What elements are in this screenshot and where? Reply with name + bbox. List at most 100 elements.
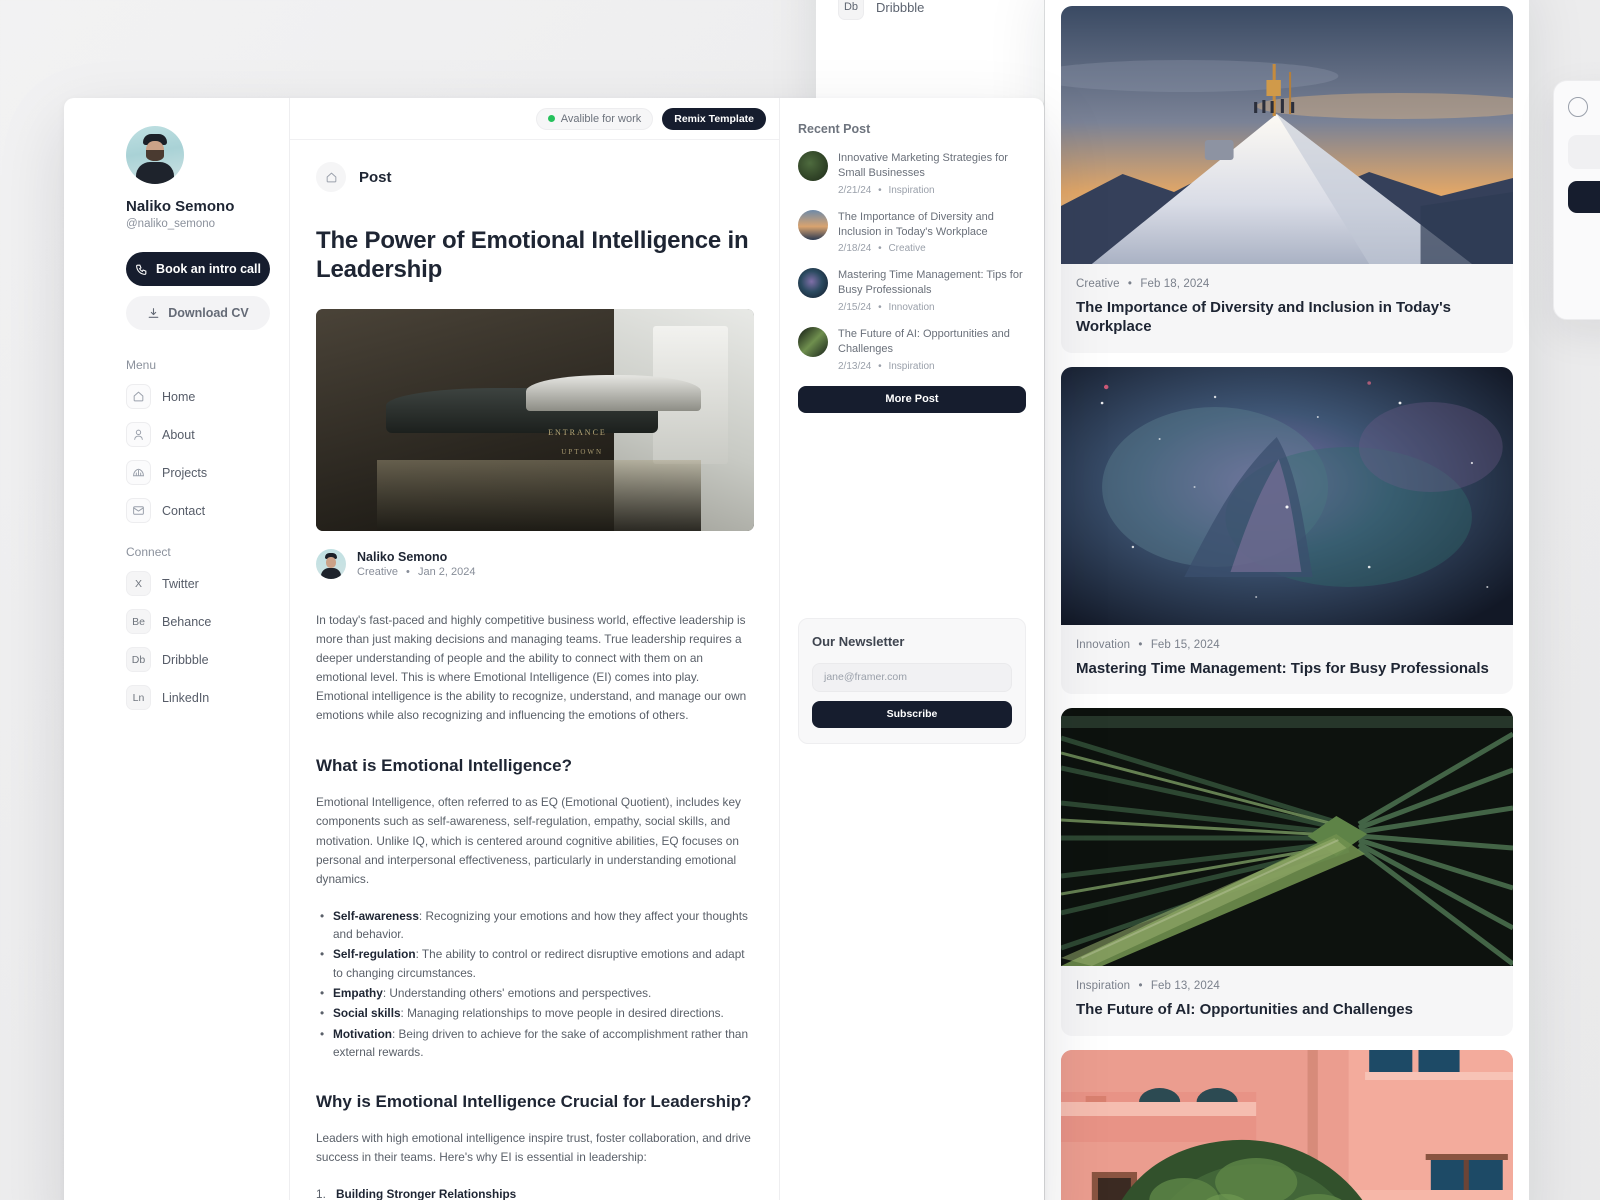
blog-card-image-mountain (1061, 5, 1513, 264)
mail-icon (126, 498, 151, 523)
list-item-term: Motivation (333, 1026, 392, 1041)
blog-card[interactable]: Inspiration • Feb 13, 2024 The Future of… (1061, 708, 1513, 1036)
home-icon (316, 162, 346, 192)
sidebar-item-projects[interactable]: Projects (126, 460, 289, 485)
recent-post-title: Mastering Time Management: Tips for Busy… (838, 269, 1023, 297)
separator-dot: • (878, 184, 882, 196)
recent-post-item[interactable]: Innovative Marketing Strategies for Smal… (798, 151, 1026, 196)
profile-name: Naliko Semono (126, 198, 235, 215)
background-social-panel: X Twitter Be Behance Db Dribbble (816, 0, 1044, 110)
recent-post-title: The Future of AI: Opportunities and Chal… (838, 328, 1010, 355)
article-meta: Creative • Jan 2, 2024 (357, 566, 475, 578)
blog-card-title: The Importance of Diversity and Inclusio… (1076, 298, 1452, 336)
recent-post-category: Creative (888, 243, 926, 255)
recent-post-item[interactable]: The Importance of Diversity and Inclusio… (798, 209, 1026, 254)
blog-card-title: Mastering Time Management: Tips for Busy… (1076, 659, 1489, 677)
behance-icon: Be (126, 609, 151, 634)
recent-post-item[interactable]: Mastering Time Management: Tips for Busy… (798, 268, 1026, 313)
subscribe-label: Subscribe (886, 708, 938, 721)
more-post-label: More Post (885, 393, 939, 406)
more-post-button[interactable]: More Post (798, 385, 1026, 413)
avatar (126, 126, 184, 184)
article-intro-paragraph: In today's fast-paced and highly competi… (316, 612, 747, 723)
hero-sign-text: ENTRANCE (548, 428, 607, 438)
social-link-label: Twitter (162, 576, 199, 591)
book-intro-call-button[interactable]: Book an intro call (126, 252, 270, 286)
blog-card-meta: Inspiration • Feb 13, 2024 (1061, 966, 1513, 996)
sidebar-item-home[interactable]: Home (126, 384, 289, 409)
bridge-icon (126, 460, 151, 485)
newsletter-heading: Our Newsletter (812, 633, 905, 649)
separator-dot: • (878, 243, 882, 255)
separator-dot: • (1138, 638, 1143, 651)
hero-sign-subtext: UPTOWN (561, 448, 604, 457)
page-title: The Power of Emotional Intelligence in L… (316, 227, 749, 284)
sidebar-item-label: Projects (162, 465, 208, 480)
social-link-behance[interactable]: Be Behance (126, 609, 289, 634)
newsletter-widget: Our Newsletter jane@framer.com Subscribe (798, 617, 1026, 744)
recent-post-thumbnail (798, 268, 828, 299)
status-dot-icon (547, 115, 555, 122)
sidebar-item-contact[interactable]: Contact (126, 498, 289, 523)
remix-template-label: Remix Template (674, 112, 754, 125)
blog-card[interactable]: Innovation • Feb 15, 2024 Mastering Time… (1061, 366, 1513, 694)
recent-post-category: Inspiration (888, 360, 935, 372)
blog-card[interactable]: Creative • Feb 18, 2024 The Importance o… (1061, 5, 1513, 353)
dribbble-icon: Db (838, 0, 864, 20)
list-item-text: : Being driven to achieve for the sake o… (333, 1026, 749, 1059)
edge-button[interactable] (1568, 181, 1600, 213)
list-item-text: : Managing relationships to move people … (400, 1006, 724, 1021)
home-icon (126, 384, 151, 409)
profile-handle: @naliko_semono (126, 218, 216, 230)
article-byline: Naliko Semono Creative • Jan 2, 2024 (316, 548, 753, 579)
recent-post-meta: 2/18/24 • Creative (838, 243, 1026, 254)
list-item: Self-awareness: Recognizing your emotion… (316, 907, 753, 944)
recent-post-date: 2/15/24 (838, 302, 872, 314)
download-cv-button[interactable]: Download CV (126, 296, 270, 330)
availability-label: Avalible for work (560, 112, 642, 125)
sidebar-item-about[interactable]: About (126, 422, 289, 447)
author-name: Naliko Semono (357, 549, 448, 564)
portfolio-window: Naliko Semono @naliko_semono Book an int… (64, 98, 1044, 1200)
availability-badge: Avalible for work (535, 107, 654, 130)
list-item: Empathy: Understanding others' emotions … (316, 984, 753, 1003)
section-heading-1: What is Emotional Intelligence? (316, 756, 572, 776)
list-item: Social skills: Managing relationships to… (316, 1004, 753, 1023)
ghost-social-label: Dribbble (876, 0, 925, 15)
recent-posts-sidebar: Recent Post Innovative Marketing Strateg… (780, 98, 1044, 1200)
ghost-social-item[interactable]: Db Dribbble (838, 0, 1022, 20)
blog-card-date: Feb 18, 2024 (1140, 277, 1210, 290)
blog-card[interactable]: Creative • Feb 11, 2024 (1061, 1049, 1513, 1200)
book-intro-call-label: Book an intro call (156, 262, 261, 276)
recent-post-title: The Importance of Diversity and Inclusio… (838, 210, 994, 238)
list-item-term: Empathy (333, 985, 383, 1000)
social-link-linkedin[interactable]: Ln LinkedIn (126, 685, 289, 710)
social-link-dribbble[interactable]: Db Dribbble (126, 647, 289, 672)
breadcrumb[interactable]: Post (316, 162, 753, 192)
newsletter-email-input[interactable]: jane@framer.com (812, 662, 1012, 692)
article-body: Post The Power of Emotional Intelligence… (290, 140, 779, 1200)
recent-post-thumbnail (798, 209, 828, 240)
blog-card-category: Creative (1076, 277, 1120, 290)
list-item-term: Self-regulation (333, 947, 416, 962)
blog-card-meta: Innovation • Feb 15, 2024 (1061, 625, 1513, 655)
edge-input-field[interactable] (1568, 135, 1600, 169)
separator-dot: • (878, 302, 882, 314)
section-heading-2: Why is Emotional Intelligence Crucial fo… (316, 1092, 752, 1112)
recent-post-date: 2/13/24 (838, 360, 872, 372)
sidebar-item-label: Contact (162, 503, 206, 518)
social-link-label: Dribbble (162, 652, 209, 667)
menu-section-label: Menu (126, 358, 157, 372)
remix-template-button[interactable]: Remix Template (662, 107, 766, 130)
subscribe-button[interactable]: Subscribe (812, 700, 1012, 728)
social-link-twitter[interactable]: X Twitter (126, 571, 289, 596)
sidebar-item-label: Home (162, 389, 196, 404)
top-bar: Avalible for work Remix Template (290, 98, 779, 140)
blog-card-meta: Creative • Feb 18, 2024 (1061, 264, 1513, 294)
recent-post-item[interactable]: The Future of AI: Opportunities and Chal… (798, 327, 1026, 372)
article-hero-image: ENTRANCE UPTOWN (316, 308, 754, 531)
list-item-term: Self-awareness (333, 908, 419, 923)
list-item: Building Stronger Relationships Leaders … (316, 1185, 753, 1200)
blog-card-image-palm (1061, 708, 1513, 966)
connect-section-label: Connect (126, 545, 171, 559)
